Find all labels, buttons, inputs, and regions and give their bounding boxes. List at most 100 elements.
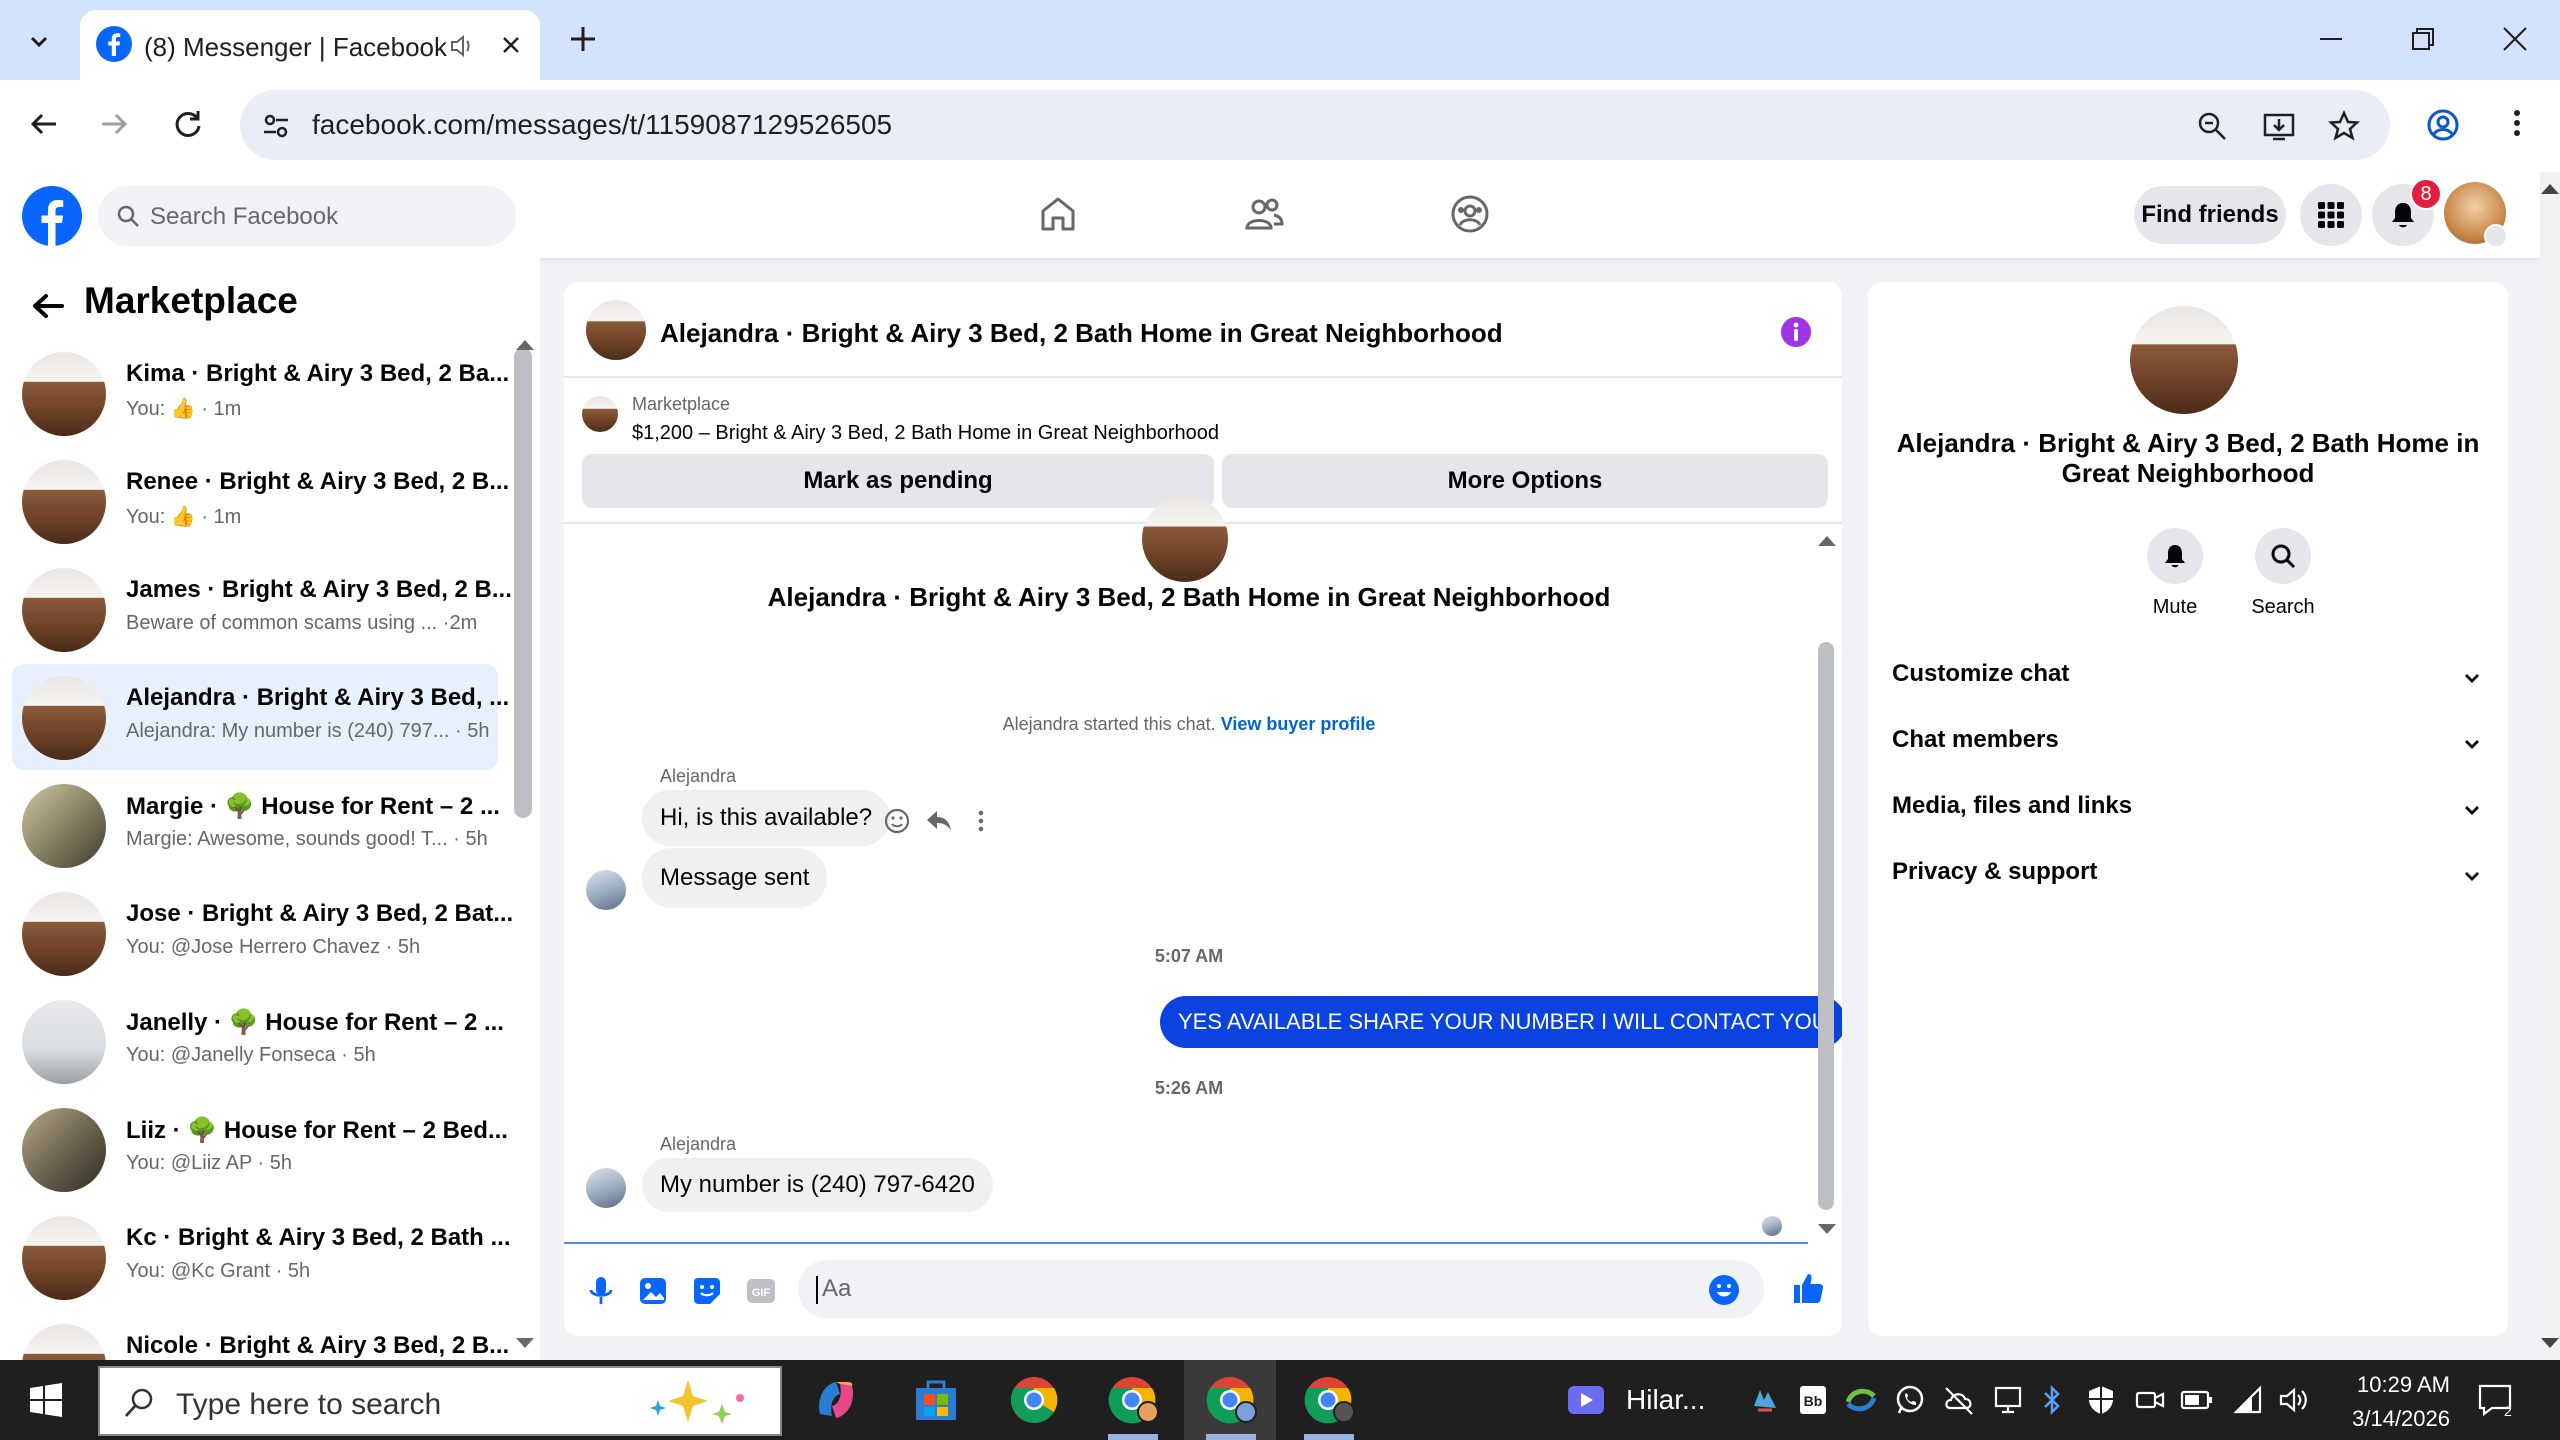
bookmark-star-icon[interactable]	[2328, 110, 2360, 142]
cloud-offline-icon[interactable]	[1942, 1384, 1976, 1416]
messages-scrollbar[interactable]	[1818, 642, 1834, 1210]
conversation-item[interactable]: Jose · Bright & Airy 3 Bed, 2 Bat... You:…	[12, 880, 513, 986]
gif-icon[interactable]: GIF	[744, 1274, 778, 1308]
video-app-icon[interactable]	[1566, 1382, 1606, 1418]
incoming-message[interactable]: Message sent	[642, 848, 828, 908]
media-files-links-section[interactable]: Media, files and links	[1892, 792, 2482, 842]
conversation-item[interactable]: Liiz · 🌳 House for Rent – 2 Bed... You: @…	[12, 1096, 508, 1202]
taskbar-search-box[interactable]: Type here to search	[98, 1366, 782, 1436]
outgoing-message[interactable]: YES AVAILABLE SHARE YOUR NUMBER I WILL C…	[1160, 996, 1842, 1048]
sticker-icon[interactable]	[690, 1274, 724, 1308]
scroll-up-arrow-icon[interactable]	[2541, 184, 2559, 194]
tray-cloud-icon[interactable]	[1748, 1384, 1782, 1416]
back-icon[interactable]	[26, 106, 62, 142]
chrome-profile-icon[interactable]	[1302, 1374, 1358, 1426]
conversation-item[interactable]: Janelly · 🌳 House for Rent – 2 ... You: @…	[12, 988, 504, 1094]
omnibox[interactable]: facebook.com/messages/t/1159087129526505	[240, 90, 2390, 160]
more-actions-icon[interactable]	[966, 806, 996, 836]
new-tab-icon[interactable]	[566, 22, 600, 56]
groups-icon[interactable]	[1450, 194, 1490, 234]
notification-center-icon[interactable]: 2	[2476, 1380, 2516, 1420]
conversation-title[interactable]: Alejandra · Bright & Airy 3 Bed, 2 Bath …	[660, 318, 1503, 349]
home-icon[interactable]	[1038, 194, 1078, 234]
whatsapp-icon[interactable]	[1894, 1384, 1926, 1416]
incoming-message[interactable]: My number is (240) 797-6420	[642, 1158, 993, 1212]
menu-button[interactable]	[2300, 184, 2362, 246]
react-emoji-icon[interactable]	[882, 806, 912, 836]
battery-icon[interactable]	[2180, 1384, 2214, 1416]
find-friends-button[interactable]: Find friends	[2134, 186, 2286, 244]
tray-sync-icon[interactable]	[1844, 1384, 1878, 1416]
system-clock[interactable]: 10:29 AM 3/14/2026	[2310, 1368, 2450, 1436]
photo-icon[interactable]	[636, 1274, 670, 1308]
account-chevron-icon[interactable]	[2484, 224, 2508, 248]
copilot-icon[interactable]	[810, 1374, 862, 1426]
chat-list-scrollbar[interactable]	[514, 348, 532, 818]
facebook-search-input[interactable]: Search Facebook	[98, 186, 516, 246]
details-photo[interactable]	[2130, 306, 2238, 414]
close-window-icon[interactable]	[2500, 24, 2530, 54]
conversation-item[interactable]: James · Bright & Airy 3 Bed, 2 B... Bewar…	[12, 556, 512, 662]
search-action[interactable]: Search	[2238, 528, 2328, 619]
windows-start-icon[interactable]	[28, 1382, 64, 1418]
conversation-item[interactable]: Renee · Bright & Airy 3 Bed, 2 B... You: …	[12, 448, 509, 554]
microphone-icon[interactable]	[584, 1274, 618, 1308]
view-buyer-profile-link[interactable]: View buyer profile	[1221, 714, 1376, 734]
install-app-icon[interactable]	[2262, 110, 2296, 142]
incoming-message[interactable]: Hi, is this available?	[642, 790, 891, 846]
mark-as-pending-button[interactable]: Mark as pending	[582, 454, 1214, 508]
browser-menu-icon[interactable]	[2500, 106, 2534, 140]
chat-members-section[interactable]: Chat members	[1892, 726, 2482, 776]
microsoft-store-icon[interactable]	[910, 1374, 962, 1426]
security-shield-icon[interactable]	[2086, 1384, 2116, 1416]
sender-avatar[interactable]	[586, 1168, 626, 1208]
privacy-support-section[interactable]: Privacy & support	[1892, 858, 2482, 908]
chrome-active-profile-icon[interactable]	[1204, 1374, 1260, 1426]
conversation-item[interactable]: Kima · Bright & Airy 3 Bed, 2 Ba... You: …	[12, 340, 509, 446]
bluetooth-icon[interactable]	[2040, 1384, 2064, 1416]
url-text[interactable]: facebook.com/messages/t/1159087129526505	[312, 109, 892, 141]
conversation-item[interactable]: Kc · Bright & Airy 3 Bed, 2 Bath ... You:…	[12, 1204, 511, 1310]
conversation-item[interactable]: Margie · 🌳 House for Rent – 2 ... Margie:…	[12, 772, 500, 878]
like-thumb-icon[interactable]	[1790, 1270, 1826, 1306]
volume-icon[interactable]	[2278, 1384, 2312, 1416]
taskbar-app-label[interactable]: Hilar...	[1626, 1384, 1705, 1416]
restore-icon[interactable]	[2408, 24, 2438, 54]
conversation-item[interactable]: Alejandra · Bright & Airy 3 Bed, ... Alej…	[12, 664, 509, 770]
messages-scroll-down-icon[interactable]	[1818, 1224, 1836, 1234]
facebook-logo-icon[interactable]	[22, 186, 82, 246]
info-icon[interactable]	[1780, 316, 1812, 348]
scroll-down-arrow-icon[interactable]	[2541, 1338, 2559, 1348]
message-input[interactable]: Aa	[798, 1260, 1764, 1318]
sender-avatar[interactable]	[586, 870, 626, 910]
listing-thumbnail[interactable]	[586, 300, 646, 360]
minimize-icon[interactable]	[2316, 24, 2346, 54]
chrome-profile-icon[interactable]	[1106, 1374, 1162, 1426]
zoom-icon[interactable]	[2196, 110, 2228, 142]
speaker-icon[interactable]	[448, 32, 476, 60]
close-tab-icon[interactable]	[498, 32, 524, 58]
listing-price[interactable]: $1,200 – Bright & Airy 3 Bed, 2 Bath Hom…	[632, 422, 1219, 445]
list-scroll-up-icon[interactable]	[516, 340, 534, 350]
forward-icon[interactable]	[96, 106, 132, 142]
tab-search-button[interactable]	[14, 16, 64, 66]
profile-icon[interactable]	[2426, 108, 2460, 142]
customize-chat-section[interactable]: Customize chat	[1892, 660, 2482, 710]
site-settings-icon[interactable]	[260, 110, 292, 142]
more-options-button[interactable]: More Options	[1222, 454, 1828, 508]
camera-icon[interactable]	[2134, 1384, 2166, 1416]
list-scroll-down-icon[interactable]	[516, 1338, 534, 1348]
browser-tab[interactable]: (8) Messenger | Facebook	[80, 10, 540, 82]
listing-small-thumbnail[interactable]	[582, 396, 618, 432]
display-icon[interactable]	[1992, 1384, 2024, 1416]
emoji-icon[interactable]	[1708, 1274, 1740, 1306]
tray-app-icon[interactable]: Bb	[1798, 1384, 1828, 1416]
reply-icon[interactable]	[924, 806, 954, 836]
reload-icon[interactable]	[170, 106, 206, 142]
messages-scroll-up-icon[interactable]	[1818, 536, 1836, 546]
page-scrollbar[interactable]	[2540, 172, 2560, 1360]
chrome-icon[interactable]	[1008, 1374, 1060, 1426]
friends-icon[interactable]	[1244, 194, 1284, 234]
mute-action[interactable]: Mute	[2130, 528, 2220, 619]
back-arrow-icon[interactable]	[28, 286, 68, 326]
